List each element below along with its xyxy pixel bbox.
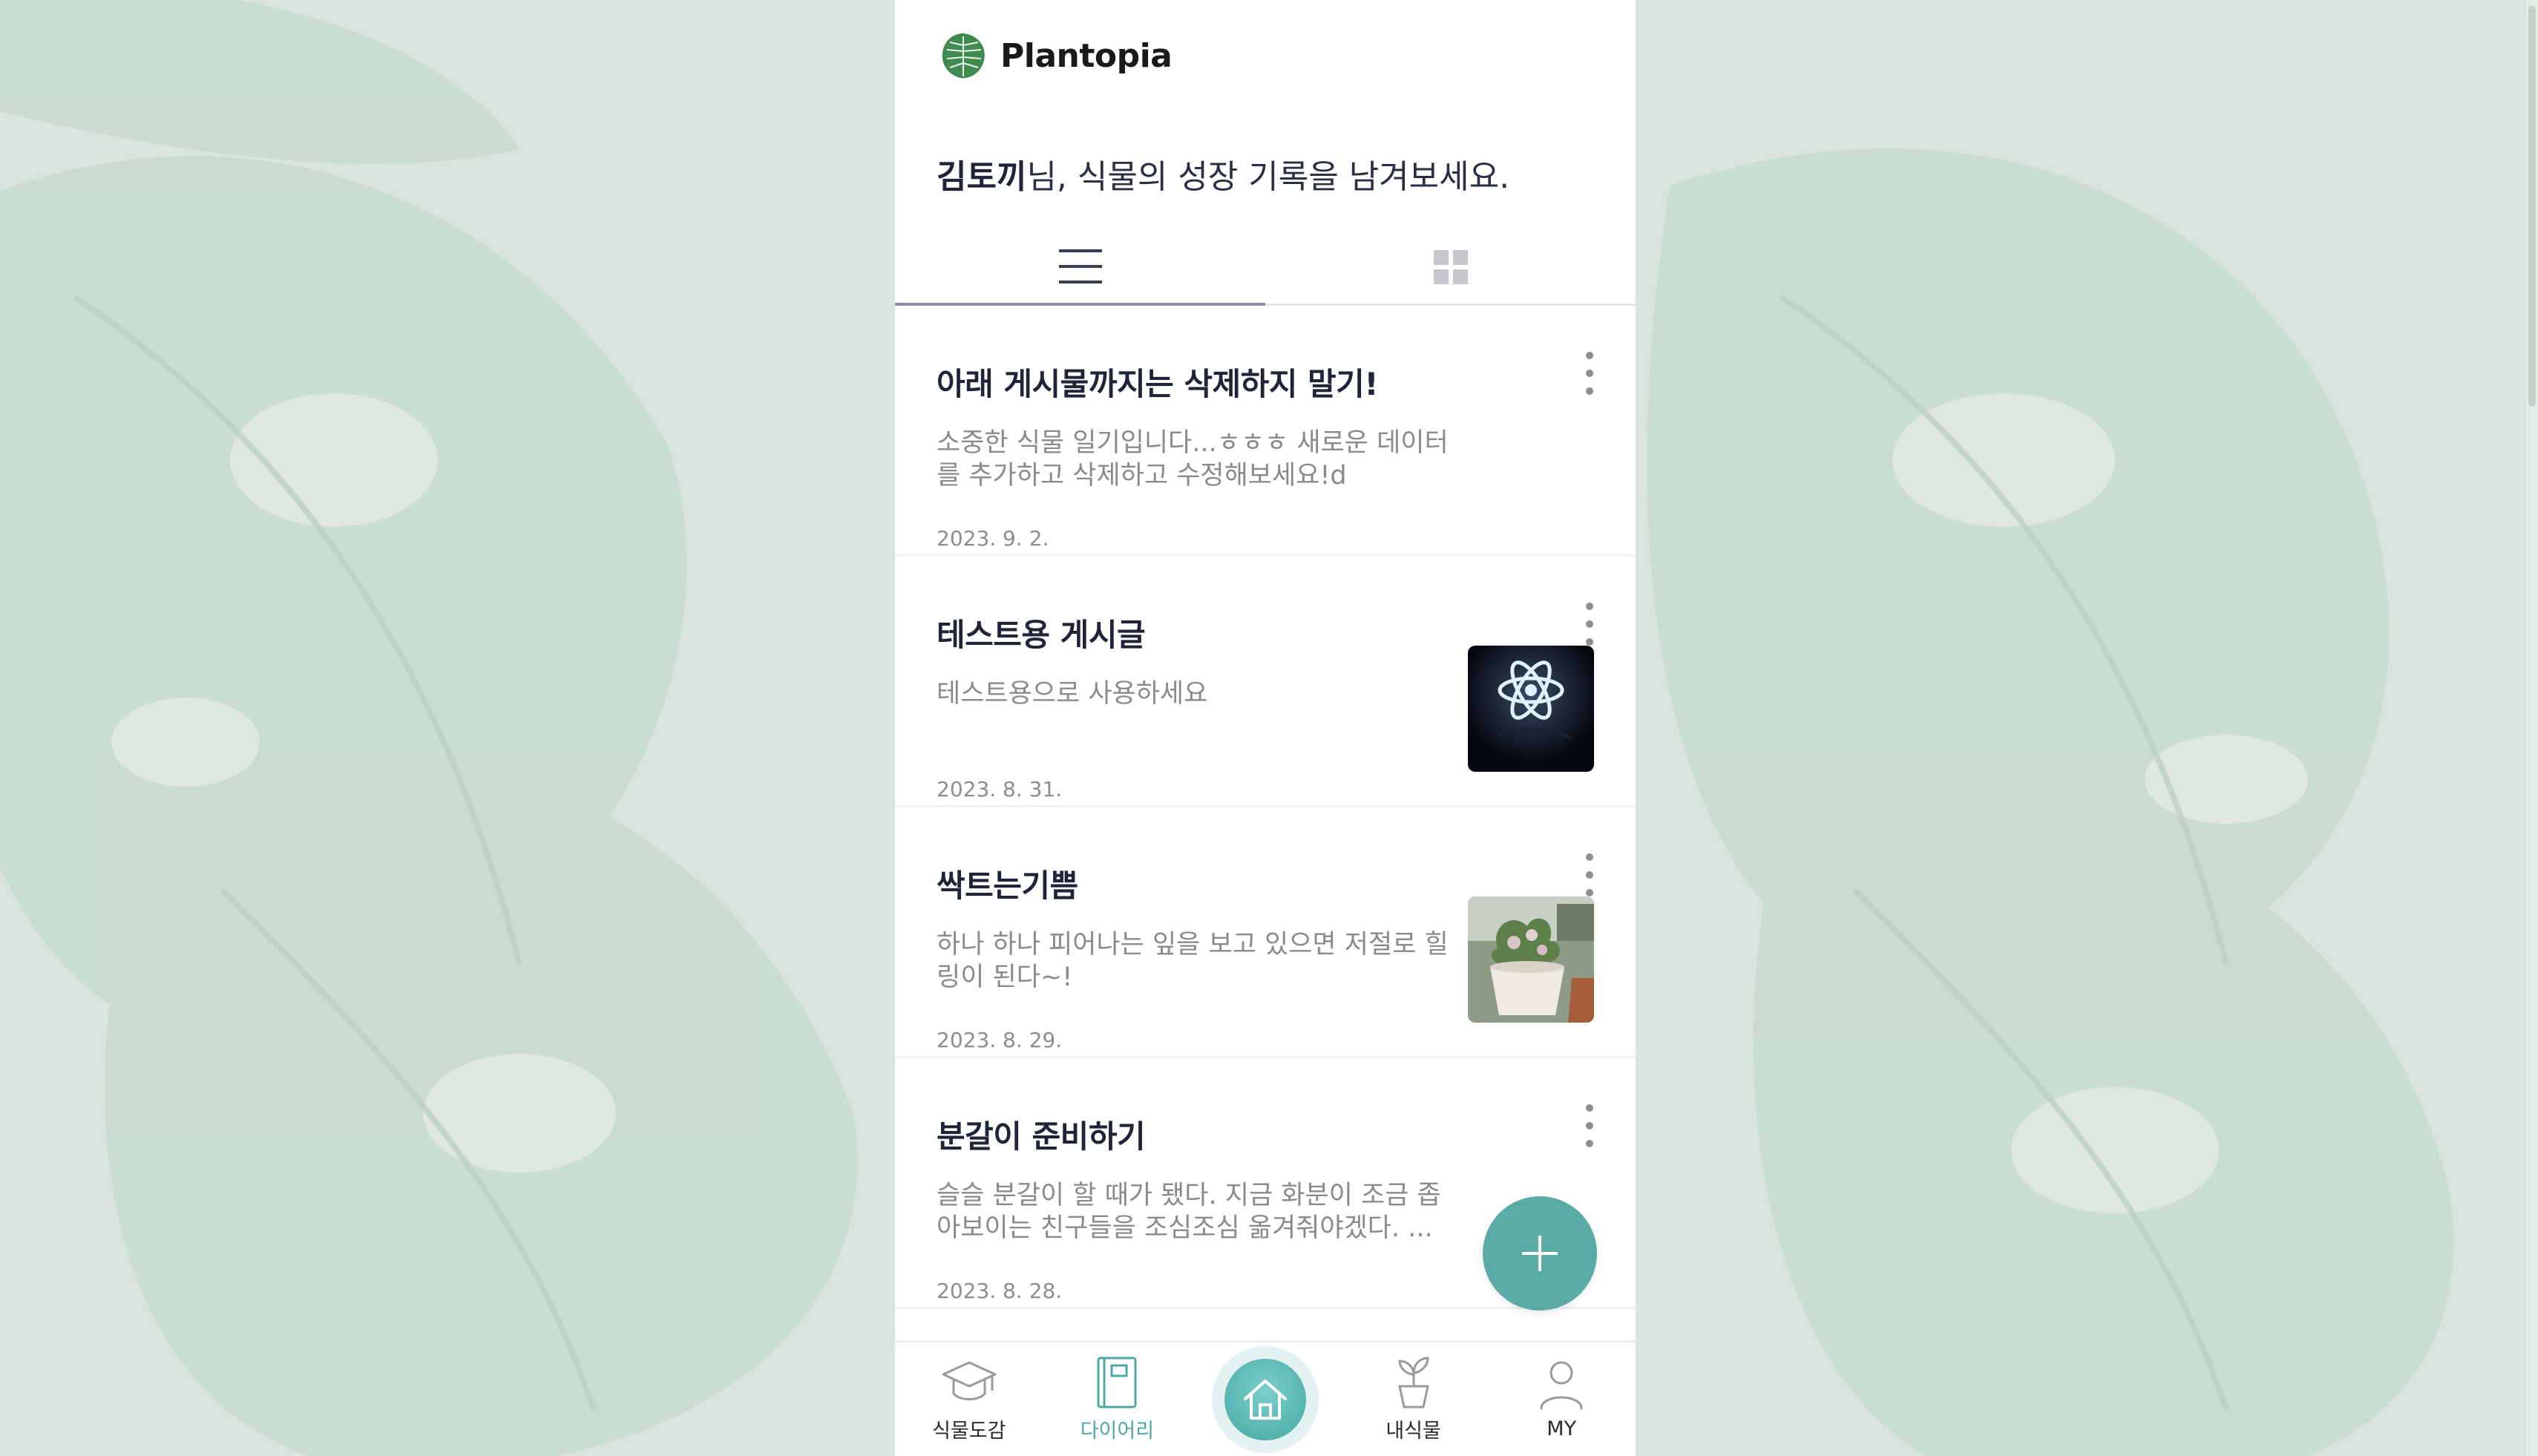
post-date: 2023. 9. 2. [937, 526, 1049, 551]
nav-label: MY [1547, 1417, 1577, 1440]
nav-item-diary[interactable]: 다이어리 [1043, 1342, 1192, 1456]
view-mode-tabs [895, 230, 1636, 306]
add-post-button[interactable] [1483, 1196, 1597, 1311]
page-scrollbar[interactable] [2526, 0, 2538, 1456]
home-button [1211, 1345, 1319, 1453]
greeting-suffix: 님, 식물의 성장 기록을 남겨보세요. [1026, 158, 1510, 196]
scrollbar-thumb[interactable] [2528, 6, 2536, 407]
nav-item-home[interactable] [1191, 1342, 1340, 1456]
bottom-navigation: 식물도감 다이어리 내식물 MY [895, 1340, 1636, 1456]
app-header: Plantopia [895, 0, 1636, 111]
notebook-icon [1097, 1357, 1137, 1409]
grid-icon [1433, 249, 1468, 284]
post-thumbnail[interactable] [1468, 896, 1594, 1023]
home-icon [1243, 1379, 1287, 1420]
person-icon [1540, 1361, 1583, 1410]
greeting-text: 김토끼님, 식물의 성장 기록을 남겨보세요. [895, 111, 1636, 200]
plus-icon [1522, 1236, 1558, 1271]
nav-label: 내식물 [1386, 1420, 1441, 1443]
nav-label: 식물도감 [932, 1420, 1006, 1443]
graduation-cap-icon [942, 1361, 997, 1400]
post-body: 하나 하나 피어나는 잎을 보고 있으면 저절로 힐링이 된다~! [937, 930, 1449, 992]
list-item[interactable]: 테스트용 게시글 테스트용으로 사용하세요 2023. 8. 31. [895, 557, 1636, 807]
tab-list-view[interactable] [895, 230, 1265, 306]
post-title: 아래 게시물까지는 삭제하지 말기! [937, 366, 1378, 402]
user-name: 김토끼 [937, 158, 1027, 196]
diary-post-list: 아래 게시물까지는 삭제하지 말기! 소중한 식물 일기입니다...ㅎㅎㅎ 새로… [895, 306, 1636, 1309]
nav-item-my[interactable]: MY [1487, 1342, 1636, 1456]
post-date: 2023. 8. 31. [937, 777, 1063, 801]
post-body: 소중한 식물 일기입니다...ㅎㅎㅎ 새로운 데이터를 추가하고 삭제하고 수정… [937, 428, 1449, 491]
brand-name: Plantopia [1000, 36, 1173, 75]
list-item[interactable]: 싹트는기쁨 하나 하나 피어나는 잎을 보고 있으면 저절로 힐링이 된다~! … [895, 807, 1636, 1058]
more-options-icon[interactable] [1581, 853, 1598, 896]
tab-grid-view[interactable] [1265, 230, 1636, 304]
post-body: 슬슬 분갈이 할 때가 됐다. 지금 화분이 조금 좁아보이는 친구들을 조심조… [937, 1181, 1441, 1243]
post-body: 테스트용으로 사용하세요 [937, 679, 1208, 709]
more-options-icon[interactable] [1581, 1104, 1598, 1147]
mobile-app-frame: Plantopia 김토끼님, 식물의 성장 기록을 남겨보세요. 아래 게시물… [895, 0, 1636, 1456]
list-item[interactable]: 아래 게시물까지는 삭제하지 말기! 소중한 식물 일기입니다...ㅎㅎㅎ 새로… [895, 306, 1636, 557]
post-date: 2023. 8. 29. [937, 1028, 1063, 1052]
post-title: 분갈이 준비하기 [937, 1118, 1146, 1155]
nav-label: 다이어리 [1080, 1420, 1155, 1443]
nav-item-my-plants[interactable]: 내식물 [1340, 1342, 1488, 1456]
more-options-icon[interactable] [1581, 603, 1598, 646]
list-icon [1058, 249, 1102, 283]
post-thumbnail[interactable] [1468, 646, 1594, 772]
monstera-logo-icon [942, 33, 985, 79]
more-options-icon[interactable] [1581, 352, 1598, 395]
potted-plant-icon [1398, 1357, 1429, 1409]
nav-item-plant-encyclopedia[interactable]: 식물도감 [895, 1342, 1043, 1456]
